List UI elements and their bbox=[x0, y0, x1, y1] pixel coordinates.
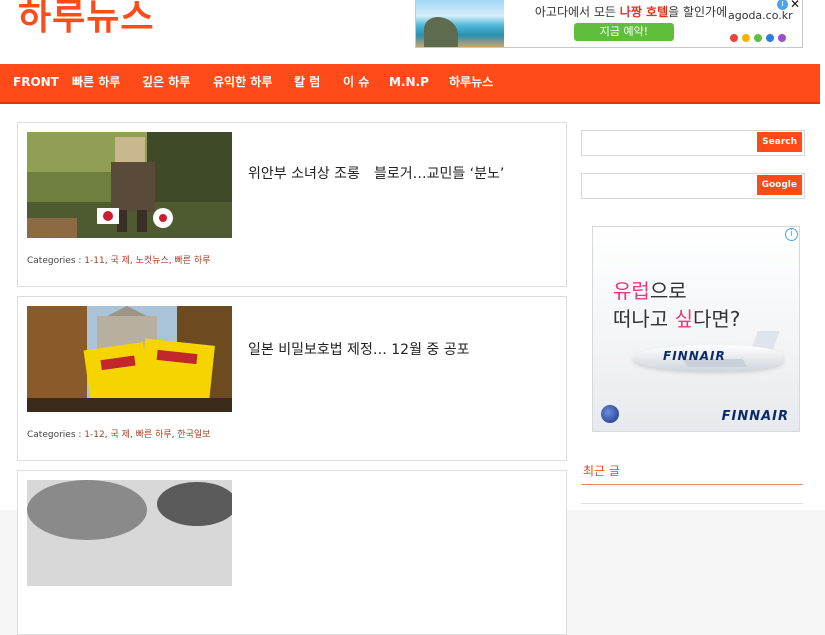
category-link[interactable]: 1-12 bbox=[84, 430, 104, 440]
post-thumbnail[interactable] bbox=[27, 132, 232, 238]
nav-item-useful[interactable]: 유익한 하루 bbox=[213, 64, 272, 102]
post-title[interactable]: 일본 비밀보호법 제정… 12월 중 공포 bbox=[248, 339, 470, 359]
divider bbox=[581, 503, 803, 504]
ad-headline: 유럽으로 bbox=[613, 279, 687, 303]
search-widget: Search bbox=[581, 130, 805, 156]
main-nav: FRONT 빠른 하루 깊은 하루 유익한 하루 칼 럼 이 슈 M.N.P 하… bbox=[0, 64, 820, 104]
nav-item-column[interactable]: 칼 럼 bbox=[294, 64, 320, 102]
post-title[interactable]: 위안부 소녀상 조롱 블로거…교민들 ‘분노’ bbox=[248, 163, 504, 183]
dot-icon bbox=[754, 34, 762, 42]
nav-item-fast[interactable]: 빠른 하루 bbox=[72, 64, 120, 102]
category-link[interactable]: 빠른 하루 bbox=[174, 256, 210, 266]
top-banner-ad[interactable]: 아고다에서 모든 나짱 호텔을 할인가에 지금 예약! agoda.co.kr … bbox=[415, 0, 803, 48]
post-categories: Categories : 1-11, 국 제, 노컷뉴스, 빠른 하루 bbox=[27, 256, 211, 266]
post-card bbox=[17, 470, 567, 635]
category-link[interactable]: 한국일보 bbox=[177, 430, 210, 440]
nav-item-issue[interactable]: 이 슈 bbox=[343, 64, 369, 102]
category-link[interactable]: 국 제 bbox=[110, 256, 129, 266]
post-categories: Categories : 1-12, 국 제, 빠른 하루, 한국일보 bbox=[27, 430, 211, 440]
nav-item-mnp[interactable]: M.N.P bbox=[389, 64, 429, 102]
nav-item-deep[interactable]: 깊은 하루 bbox=[142, 64, 190, 102]
recent-posts-heading: 최근 글 bbox=[583, 464, 620, 478]
page: 하루뉴스 아고다에서 모든 나짱 호텔을 할인가에 지금 예약! agoda.c… bbox=[0, 0, 825, 635]
ad-book-button[interactable]: 지금 예약! bbox=[574, 23, 674, 41]
google-search-widget: Google bbox=[581, 173, 805, 199]
dot-icon bbox=[742, 34, 750, 42]
dot-icon bbox=[778, 34, 786, 42]
google-search-input[interactable] bbox=[584, 176, 760, 196]
dot-icon bbox=[730, 34, 738, 42]
dot-icon bbox=[766, 34, 774, 42]
ad-color-dots bbox=[730, 27, 790, 46]
ad-subline: 떠나고 싶다면? bbox=[613, 307, 741, 331]
ad-info-icon[interactable]: i bbox=[785, 228, 798, 241]
post-card: 위안부 소녀상 조롱 블로거…교민들 ‘분노’ Categories : 1-1… bbox=[17, 122, 567, 287]
post-card: 일본 비밀보호법 제정… 12월 중 공포 Categories : 1-12,… bbox=[17, 296, 567, 461]
google-search-button[interactable]: Google bbox=[756, 175, 802, 195]
nav-item-harunews[interactable]: 하루뉴스 bbox=[449, 64, 493, 102]
finnair-logo: FINNAIR bbox=[721, 409, 789, 424]
airplane-livery: FINNAIR bbox=[663, 349, 726, 363]
site-title[interactable]: 하루뉴스 bbox=[18, 0, 154, 40]
search-input[interactable] bbox=[584, 133, 760, 153]
post-thumbnail[interactable] bbox=[27, 306, 232, 412]
nav-item-front[interactable]: FRONT bbox=[13, 64, 59, 102]
category-link[interactable]: 노컷뉴스 bbox=[136, 256, 169, 266]
ad-close-icon[interactable]: ✕ bbox=[789, 0, 801, 10]
post-thumbnail[interactable] bbox=[27, 480, 232, 586]
category-link[interactable]: 1-11 bbox=[84, 256, 104, 266]
sidebar-ad[interactable]: 유럽으로 떠나고 싶다면? FINNAIR FINNAIR i bbox=[592, 226, 800, 432]
category-link[interactable]: 국 제 bbox=[110, 430, 129, 440]
globe-icon bbox=[601, 405, 619, 423]
category-link[interactable]: 빠른 하루 bbox=[136, 430, 172, 440]
search-button[interactable]: Search bbox=[757, 132, 802, 152]
ad-message: 아고다에서 모든 나짱 호텔을 할인가에 bbox=[534, 5, 728, 19]
divider bbox=[581, 484, 803, 485]
ad-brand: agoda.co.kr bbox=[728, 9, 793, 22]
ad-beach-image bbox=[416, 0, 504, 47]
